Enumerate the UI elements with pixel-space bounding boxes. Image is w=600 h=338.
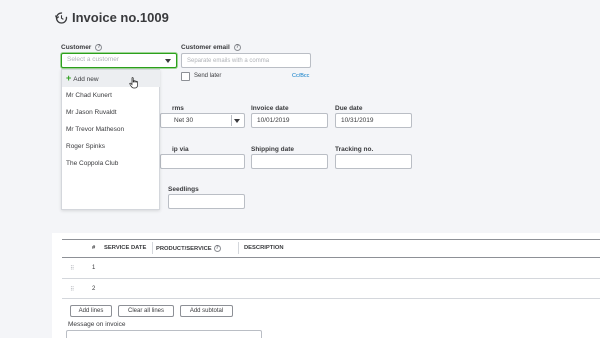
tracking-no-input[interactable] [335, 154, 412, 169]
tracking-no-label: Tracking no. [335, 146, 374, 153]
col-service-date: SERVICE DATE [104, 245, 147, 251]
shipping-date-label: Shipping date [251, 146, 294, 153]
clear-all-lines-button[interactable]: Clear all lines [118, 305, 174, 317]
seedlings-label: Seedlings [168, 186, 199, 193]
help-icon[interactable]: ? [213, 245, 221, 252]
add-new-option[interactable]: + Add new [62, 70, 160, 87]
hand-cursor-icon [129, 76, 139, 89]
drag-handle-icon[interactable]: ⠿ [70, 265, 74, 272]
message-label: Message on invoice [68, 321, 126, 328]
invoice-date-label: Invoice date [251, 105, 289, 112]
help-icon[interactable]: ? [95, 44, 103, 51]
cc-bcc-link[interactable]: Cc/Bcc [292, 73, 309, 79]
send-later-checkbox[interactable] [181, 72, 190, 81]
customer-option[interactable]: Mr Trevor Matheson [62, 121, 160, 138]
page-title: Invoice no.1009 [72, 10, 169, 25]
shipping-date-input[interactable] [251, 154, 328, 169]
history-clock-icon[interactable] [54, 11, 68, 25]
customer-option[interactable]: Mr Jason Ruvaldt [62, 104, 160, 121]
message-textarea[interactable] [66, 330, 262, 338]
add-lines-button[interactable]: Add lines [70, 305, 112, 317]
invoice-date-input[interactable]: 10/01/2019 [251, 113, 328, 128]
customer-option[interactable]: Roger Spinks [62, 138, 160, 155]
send-later-label: Send later [194, 73, 222, 79]
due-date-input[interactable]: 10/31/2019 [335, 113, 412, 128]
seedlings-input[interactable] [168, 194, 245, 209]
terms-select[interactable]: Net 30 [160, 113, 245, 128]
ship-via-input[interactable] [160, 154, 245, 169]
table-row-number: 2 [92, 286, 96, 292]
ship-via-label: ip via [172, 146, 189, 153]
chevron-down-icon[interactable] [234, 119, 240, 123]
customer-option[interactable]: Mr Chad Kunert [62, 87, 160, 104]
add-subtotal-button[interactable]: Add subtotal [180, 305, 233, 317]
terms-label: rms [172, 105, 184, 112]
customer-label: Customer? [61, 44, 103, 52]
customer-option[interactable]: The Coppola Club [62, 155, 160, 172]
due-date-label: Due date [335, 105, 363, 112]
customer-select[interactable]: Select a customer [61, 53, 177, 68]
table-row-number: 1 [92, 265, 96, 271]
col-product-service: PRODUCT/SERVICE? [156, 245, 221, 253]
col-num: # [92, 245, 96, 251]
chevron-down-icon[interactable] [165, 59, 171, 63]
help-icon[interactable]: ? [233, 44, 241, 51]
customer-dropdown-list: + Add new Mr Chad Kunert Mr Jason Ruvaldt… [61, 69, 160, 210]
customer-placeholder: Select a customer [67, 56, 120, 63]
col-description: DESCRIPTION [244, 245, 284, 251]
drag-handle-icon[interactable]: ⠿ [70, 286, 74, 293]
customer-email-input[interactable]: Separate emails with a comma [181, 53, 311, 68]
customer-email-label: Customer email? [181, 44, 241, 52]
plus-icon: + [66, 73, 72, 83]
